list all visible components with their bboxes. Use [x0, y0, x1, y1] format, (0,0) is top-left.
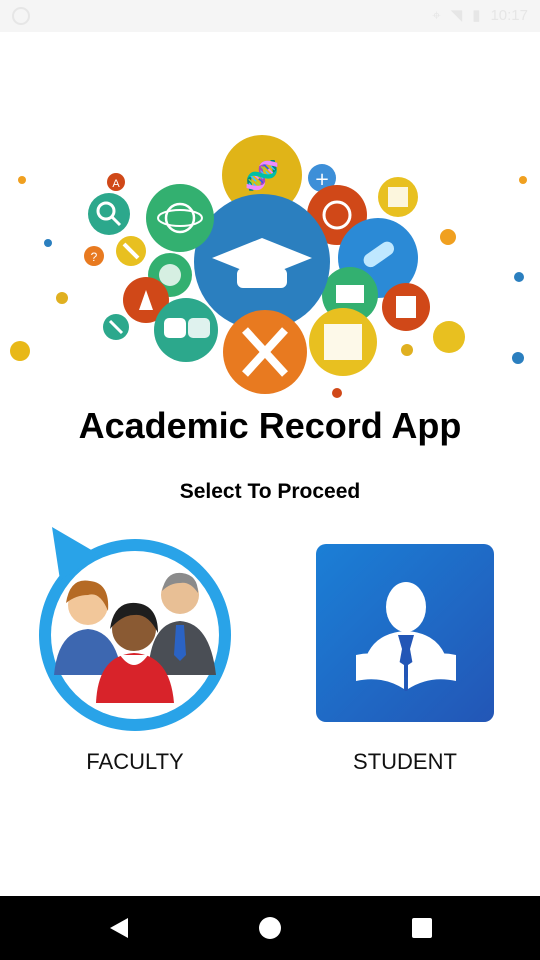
app-title: Academic Record App [78, 405, 462, 446]
recents-icon[interactable] [408, 914, 436, 942]
faculty-label: FACULTY [86, 749, 184, 774]
faculty-group-icon [39, 527, 231, 731]
status-bar: ⌖ ◥ ▮ 10:17 [0, 0, 540, 32]
navigation-bar [0, 896, 540, 960]
home-icon[interactable] [256, 914, 284, 942]
battery-icon: ▮ [472, 7, 481, 24]
education-illustration: 🧬 + A ? [10, 135, 527, 398]
back-icon[interactable] [106, 914, 134, 942]
svg-text:A: A [112, 178, 120, 190]
student-label: STUDENT [353, 749, 457, 774]
wifi-icon: ◥ [450, 7, 463, 24]
notification-icon [12, 7, 30, 25]
svg-text:🧬: 🧬 [245, 158, 280, 192]
svg-text:?: ? [91, 250, 98, 264]
location-icon: ⌖ [432, 6, 441, 24]
faculty-button[interactable]: FACULTY [30, 525, 240, 785]
student-reading-icon [316, 544, 494, 722]
student-button[interactable]: STUDENT [300, 525, 510, 785]
page-subtitle: Select To Proceed [179, 480, 361, 503]
status-time: 10:17 [490, 6, 528, 24]
